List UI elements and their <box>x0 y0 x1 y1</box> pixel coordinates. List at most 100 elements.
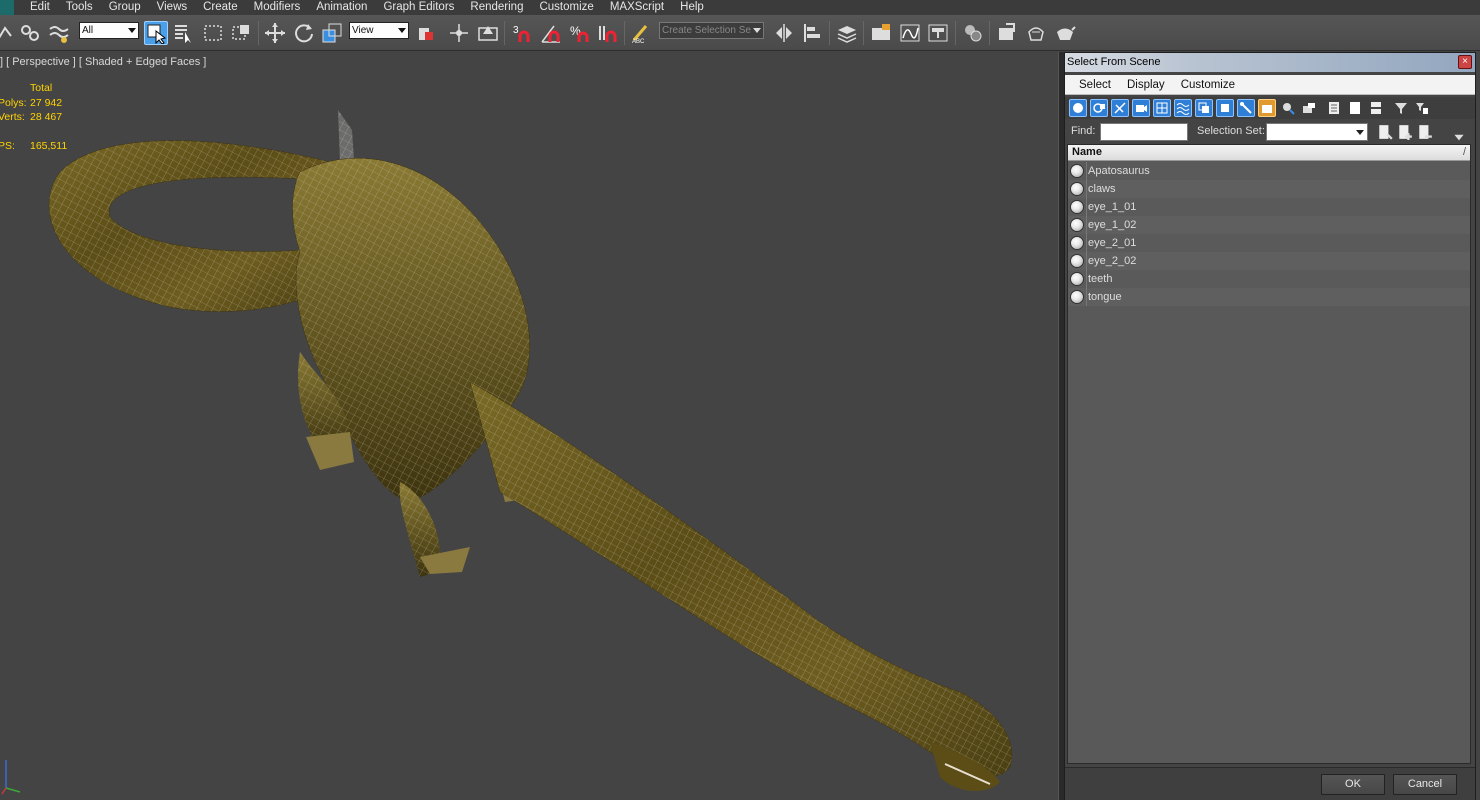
display-groups-icon[interactable] <box>1195 99 1213 117</box>
dialog-title: Select From Scene <box>1067 56 1161 68</box>
display-geometry-icon[interactable] <box>1069 99 1087 117</box>
filter-icon[interactable] <box>1392 99 1410 117</box>
rendered-frame-window-icon[interactable] <box>1024 21 1048 45</box>
display-spacewarps-icon[interactable] <box>1174 99 1192 117</box>
list-item[interactable]: claws <box>1068 180 1470 198</box>
list-item[interactable]: eye_1_02 <box>1068 216 1470 234</box>
link-icon[interactable] <box>0 21 18 45</box>
align-icon[interactable] <box>801 21 825 45</box>
list-item[interactable]: eye_2_02 <box>1068 252 1470 270</box>
menu-graph-editors[interactable]: Graph Editors <box>383 0 470 15</box>
angle-snap-icon[interactable] <box>539 21 563 45</box>
perspective-viewport[interactable]: ] [ Perspective ] [ Shaded + Edged Faces… <box>0 52 1058 800</box>
toolbar-separator <box>989 21 990 45</box>
dialog-menu-display[interactable]: Display <box>1127 79 1165 91</box>
menu-maxscript[interactable]: MAXScript <box>610 0 680 15</box>
render-setup-icon[interactable] <box>995 21 1019 45</box>
menu-rendering[interactable]: Rendering <box>470 0 539 15</box>
ok-button[interactable]: OK <box>1321 774 1385 795</box>
menu-edit[interactable]: Edit <box>30 0 66 15</box>
scale-icon[interactable] <box>320 21 344 45</box>
display-lights-icon[interactable] <box>1111 99 1129 117</box>
dialog-title-bar[interactable]: Select From Scene × <box>1065 53 1475 72</box>
create-selection-set-icon[interactable] <box>1377 124 1393 140</box>
menu-create[interactable]: Create <box>203 0 254 15</box>
row-divider <box>1086 162 1087 180</box>
object-name: eye_1_02 <box>1088 219 1137 231</box>
list-item[interactable]: eye_1_01 <box>1068 198 1470 216</box>
dialog-menu-customize[interactable]: Customize <box>1181 79 1235 91</box>
menu-tools[interactable]: Tools <box>66 0 109 15</box>
schematic-view-icon[interactable] <box>926 21 950 45</box>
mirror-icon[interactable] <box>772 21 796 45</box>
layer-manager-icon[interactable] <box>835 21 859 45</box>
list-item[interactable]: tongue <box>1068 288 1470 306</box>
menu-views[interactable]: Views <box>157 0 203 15</box>
named-selection-sets-dropdown[interactable]: Create Selection Se <box>659 22 764 39</box>
name-column-header[interactable]: Name / <box>1068 145 1470 161</box>
reference-coordinate-dropdown[interactable]: View <box>349 22 409 39</box>
viewport-label[interactable]: ] [ Perspective ] [ Shaded + Edged Faces… <box>0 56 206 68</box>
rect-selection-icon[interactable] <box>201 21 225 45</box>
selection-set-dropdown[interactable] <box>1266 123 1368 141</box>
object-name: tongue <box>1088 291 1122 303</box>
find-row: Find: Selection Set: <box>1065 121 1475 143</box>
app-icon[interactable] <box>0 0 14 15</box>
percent-snap-icon[interactable]: % <box>567 21 591 45</box>
display-hidden-icon[interactable] <box>1300 99 1318 117</box>
pivot-center-icon[interactable] <box>414 21 438 45</box>
list-item[interactable]: eye_2_01 <box>1068 234 1470 252</box>
dialog-menu-select[interactable]: Select <box>1079 79 1111 91</box>
stats-fps-label: PS: <box>0 140 15 152</box>
cancel-button[interactable]: Cancel <box>1393 774 1457 795</box>
geometry-sphere-icon <box>1070 182 1084 196</box>
object-name: Apatosaurus <box>1088 165 1150 177</box>
menu-animation[interactable]: Animation <box>316 0 383 15</box>
geometry-sphere-icon <box>1070 200 1084 214</box>
display-containers-icon[interactable] <box>1258 99 1276 117</box>
spinner-snap-icon[interactable] <box>596 21 620 45</box>
window-crossing-icon[interactable] <box>229 21 253 45</box>
select-manipulate-icon[interactable] <box>447 21 471 45</box>
add-to-selection-set-icon[interactable] <box>1397 124 1413 140</box>
rotate-icon[interactable] <box>292 21 316 45</box>
list-item[interactable]: Apatosaurus <box>1068 162 1470 180</box>
display-cameras-icon[interactable] <box>1132 99 1150 117</box>
close-icon[interactable]: × <box>1458 55 1472 69</box>
menu-group[interactable]: Group <box>109 0 157 15</box>
object-name: eye_2_01 <box>1088 237 1137 249</box>
display-bones-icon[interactable] <box>1237 99 1255 117</box>
apatosaurus-wireframe-model[interactable] <box>0 52 1058 800</box>
display-helpers-icon[interactable] <box>1153 99 1171 117</box>
display-none-icon[interactable] <box>1346 99 1364 117</box>
display-xrefs-icon[interactable] <box>1216 99 1234 117</box>
select-by-name-icon[interactable] <box>172 21 196 45</box>
keyboard-shortcut-override-icon[interactable] <box>476 21 500 45</box>
geometry-sphere-icon <box>1070 272 1084 286</box>
edit-named-selection-icon[interactable]: ABC <box>629 21 653 45</box>
list-item[interactable]: teeth <box>1068 270 1470 288</box>
select-object-icon[interactable] <box>144 21 168 45</box>
display-frozen-icon[interactable] <box>1279 99 1297 117</box>
remove-from-selection-set-icon[interactable] <box>1417 124 1433 140</box>
display-invert-icon[interactable] <box>1367 99 1385 117</box>
find-input[interactable] <box>1100 123 1188 141</box>
move-icon[interactable] <box>263 21 287 45</box>
filter-options-icon[interactable] <box>1413 99 1431 117</box>
menu-customize[interactable]: Customize <box>539 0 609 15</box>
selection-filter-dropdown[interactable]: All <box>79 22 139 39</box>
bind-space-warp-icon[interactable] <box>47 21 71 45</box>
stats-verts-value: 28 467 <box>30 111 63 123</box>
scene-object-list: Name / Apatosaurus claws eye_1_01 eye_1_… <box>1067 144 1471 764</box>
display-all-icon[interactable] <box>1325 99 1343 117</box>
curve-editor-icon[interactable] <box>898 21 922 45</box>
unlink-icon[interactable] <box>18 21 42 45</box>
render-production-icon[interactable] <box>1053 21 1077 45</box>
menu-help[interactable]: Help <box>680 0 720 15</box>
toggle-ribbon-icon[interactable] <box>869 21 893 45</box>
display-shapes-icon[interactable] <box>1090 99 1108 117</box>
expand-options-icon[interactable] <box>1451 129 1467 145</box>
material-editor-icon[interactable] <box>961 21 985 45</box>
menu-modifiers[interactable]: Modifiers <box>254 0 317 15</box>
snaps-toggle-icon[interactable]: 3 <box>510 21 534 45</box>
